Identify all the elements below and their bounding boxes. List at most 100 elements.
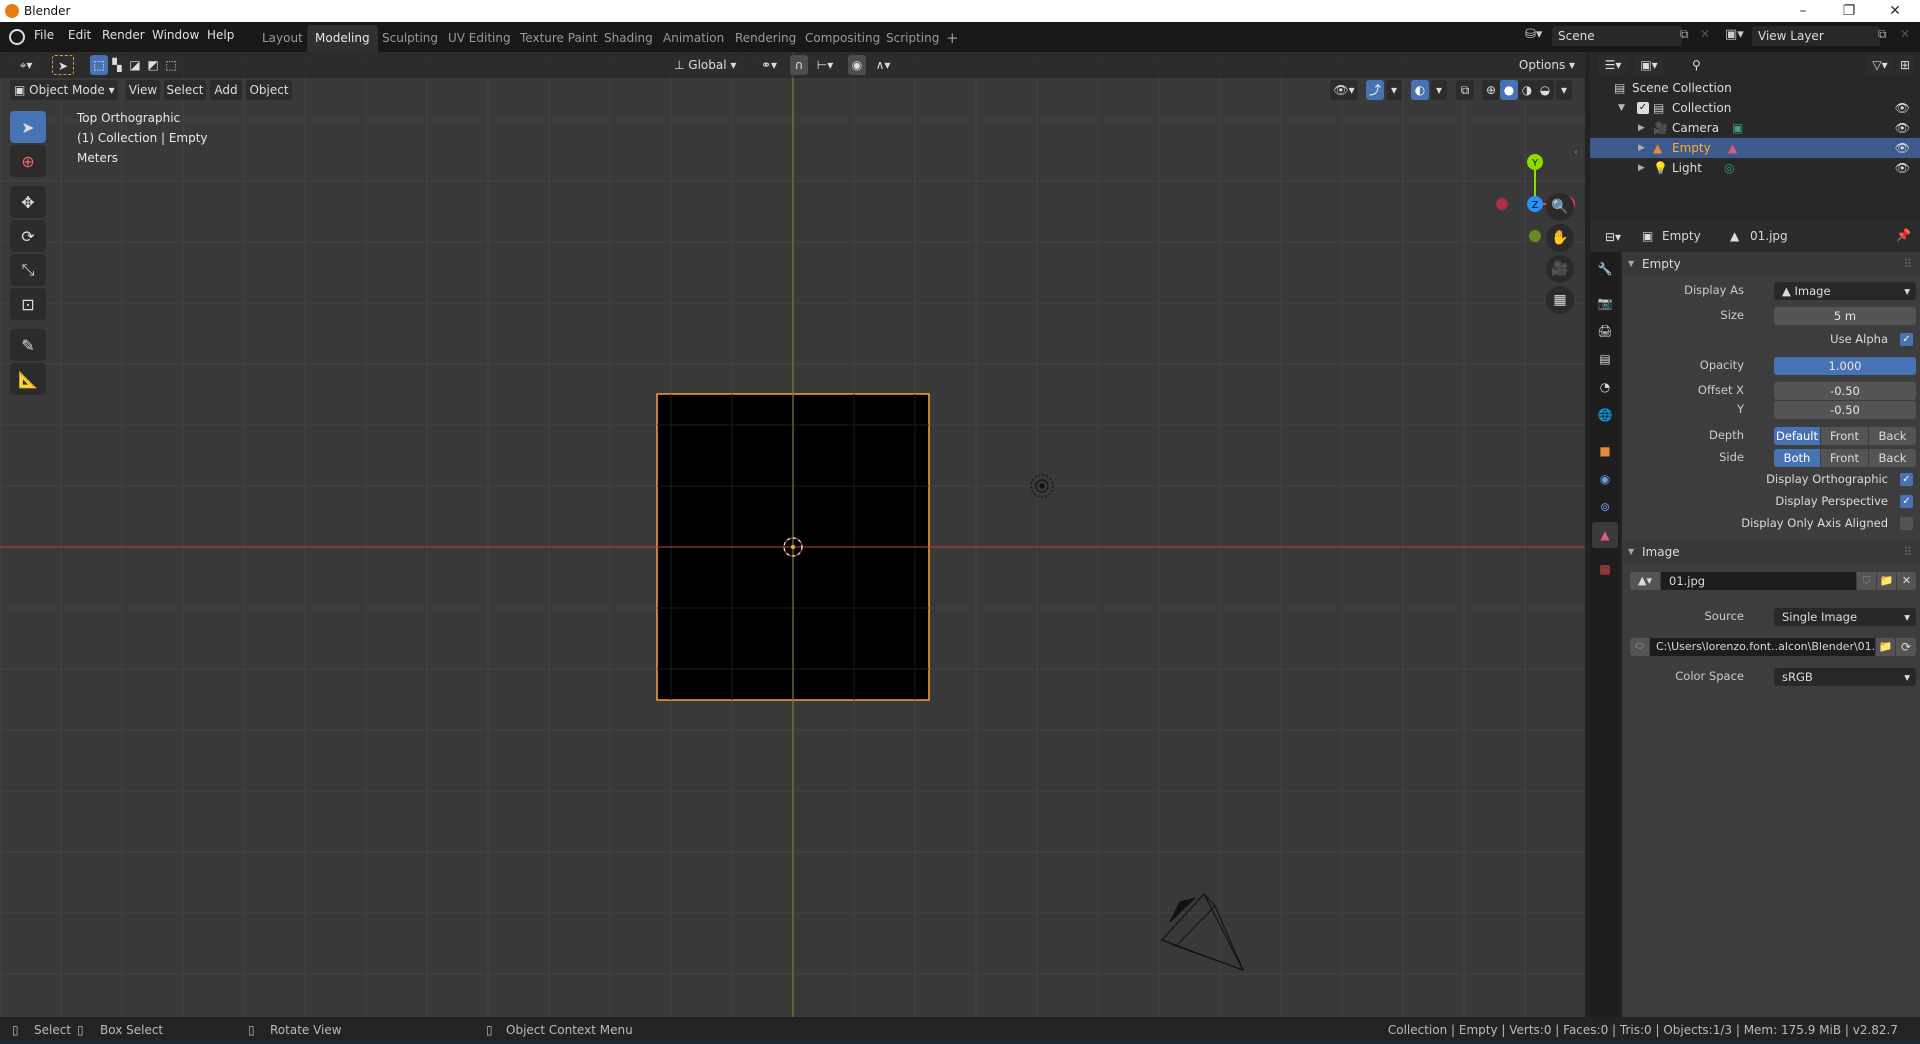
ortho-toggle-icon[interactable]: ▦ [1546, 286, 1574, 314]
mode-dropdown[interactable]: ▣ Object Mode ▾ [10, 80, 118, 100]
empty-panel-header[interactable]: ▼ Empty ⠿ [1622, 252, 1920, 276]
new-scene-icon[interactable]: ⧉ [1680, 27, 1689, 42]
outliner-scene-collection[interactable]: ▤ Scene Collection [1590, 78, 1920, 98]
delete-view-layer-icon[interactable]: ✕ [1900, 27, 1910, 41]
drag-handle-icon[interactable]: ⠿ [1903, 540, 1912, 564]
add-workspace-button[interactable]: + [938, 25, 967, 52]
tool-annotate-icon[interactable]: ✎ [10, 329, 46, 361]
new-view-layer-icon[interactable]: ⧉ [1878, 27, 1887, 42]
shading-wireframe-icon[interactable]: ⊕ [1482, 80, 1500, 100]
depth-back-button[interactable]: Back [1869, 427, 1916, 445]
menu-add[interactable]: Add [210, 80, 242, 100]
properties-editor-type-button[interactable]: ⊟▾ [1598, 227, 1628, 247]
menu-render[interactable]: Render [102, 28, 145, 42]
offset-x-field[interactable]: -0.50 [1774, 382, 1916, 400]
browse-file-folder-icon[interactable]: 📁 [1876, 638, 1895, 656]
image-panel-header[interactable]: ▼ Image ⠿ [1622, 540, 1920, 564]
delete-scene-icon[interactable]: ✕ [1700, 27, 1710, 41]
object-tab-icon[interactable]: ■ [1592, 438, 1618, 464]
image-data-icon[interactable]: ▲ [1728, 138, 1737, 158]
tab-shading[interactable]: Shading [596, 25, 661, 52]
camera-data-icon[interactable]: ▣ [1732, 118, 1743, 138]
view-layer-icon[interactable]: ▣▾ [1725, 27, 1744, 42]
visibility-eye-icon[interactable]: 👁 [1895, 118, 1910, 138]
tab-compositing[interactable]: Compositing [797, 25, 888, 52]
snap-target-dropdown[interactable]: ⊢▾ [810, 55, 840, 75]
editor-type-button[interactable]: ⌖▾ [10, 55, 42, 75]
tab-texture-paint[interactable]: Texture Paint [512, 25, 605, 52]
expand-arrow-icon[interactable]: ▼ [1618, 98, 1625, 118]
overlays-dropdown[interactable]: ▾ [1431, 80, 1447, 100]
tool-move-icon[interactable]: ✥ [10, 186, 46, 218]
visibility-eye-icon[interactable]: 👁 [1895, 138, 1910, 158]
tab-animation[interactable]: Animation [655, 25, 732, 52]
gizmo-toggle-icon[interactable]: ⤴ [1366, 80, 1384, 100]
tab-sculpting[interactable]: Sculpting [374, 25, 446, 52]
tab-uv-editing[interactable]: UV Editing [440, 25, 519, 52]
proportional-falloff-dropdown[interactable]: ∧▾ [868, 55, 898, 75]
shading-dropdown[interactable]: ▾ [1556, 80, 1572, 100]
collection-checkbox[interactable]: ✓ [1637, 102, 1649, 114]
gizmo-dropdown[interactable]: ▾ [1386, 80, 1402, 100]
select-mode-extend-icon[interactable]: ▚ [108, 55, 126, 75]
side-both-button[interactable]: Both [1774, 449, 1820, 467]
scene-field[interactable]: Scene [1552, 26, 1682, 46]
shading-rendered-icon[interactable]: ◒ [1536, 80, 1554, 100]
menu-window[interactable]: Window [152, 28, 199, 42]
blender-menu-icon[interactable] [9, 29, 25, 45]
display-perspective-checkbox[interactable]: ✓ [1900, 495, 1913, 508]
expand-arrow-icon[interactable]: ▶ [1638, 118, 1645, 138]
outliner-collection[interactable]: ▼ ✓ ▤ Collection 👁 [1590, 98, 1920, 118]
outliner-item-light[interactable]: ▶ 💡 Light ◎ 👁 [1590, 158, 1920, 178]
tool-scale-icon[interactable]: ⤡ [10, 254, 46, 286]
reload-image-icon[interactable]: ⟳ [1896, 638, 1916, 656]
context-data-label[interactable]: 01.jpg [1750, 229, 1788, 243]
fake-user-shield-icon[interactable]: ⛉ [1857, 572, 1876, 590]
menu-edit[interactable]: Edit [68, 28, 91, 42]
tool-select-box-icon[interactable]: ➤ [10, 111, 46, 143]
object-data-tab-icon[interactable]: ▲ [1592, 522, 1618, 548]
menu-view[interactable]: View [126, 80, 160, 100]
navigation-gizmo[interactable]: Y Z X [1480, 112, 1580, 242]
camera-view-icon[interactable]: 🎥 [1546, 255, 1574, 283]
proportional-editing-icon[interactable]: ◉ [848, 55, 866, 75]
scene-selector-icon[interactable]: ⛁▾ [1525, 27, 1542, 42]
visibility-eye-icon[interactable]: 👁 [1895, 98, 1910, 118]
select-mode-subtract-icon[interactable]: ◪ [126, 55, 144, 75]
light-data-icon[interactable]: ◎ [1724, 158, 1734, 178]
color-space-dropdown[interactable]: sRGB ▾ [1774, 668, 1916, 686]
pin-icon[interactable]: 📌 [1896, 228, 1911, 242]
overlays-toggle-icon[interactable]: ◐ [1411, 80, 1429, 100]
display-mode-dropdown[interactable]: ▣▾ [1634, 55, 1664, 75]
offset-y-field[interactable]: -0.50 [1774, 401, 1916, 419]
depth-default-button[interactable]: Default [1774, 427, 1820, 445]
visibility-selectability-dropdown[interactable]: 👁▾ [1330, 80, 1358, 100]
select-mode-intersect-icon[interactable]: ⬚ [162, 55, 180, 75]
filter-dropdown[interactable]: ▽▾ [1866, 55, 1894, 75]
restore-icon[interactable]: ❐ [1826, 0, 1872, 22]
pack-image-icon[interactable]: ⬭ [1630, 638, 1649, 656]
physics-tab-icon[interactable]: ◉ [1592, 466, 1618, 492]
zoom-view-icon[interactable]: 🔍 [1546, 193, 1574, 221]
menu-select[interactable]: Select [164, 80, 206, 100]
outliner-item-camera[interactable]: ▶ 🎥 Camera ▣ 👁 [1590, 118, 1920, 138]
new-collection-icon[interactable]: ⊞ [1896, 55, 1914, 75]
options-dropdown[interactable]: Options ▾ [1518, 55, 1576, 75]
tab-modeling[interactable]: Modeling [307, 25, 378, 52]
menu-help[interactable]: Help [207, 28, 234, 42]
world-tab-icon[interactable]: 🌐 [1592, 402, 1618, 428]
outliner-search-input[interactable]: ⚲ [1686, 55, 1796, 75]
side-back-button[interactable]: Back [1869, 449, 1916, 467]
visibility-eye-icon[interactable]: 👁 [1895, 158, 1910, 178]
display-axis-aligned-checkbox[interactable] [1900, 517, 1913, 530]
view-layer-field[interactable]: View Layer [1752, 26, 1880, 46]
filepath-field[interactable]: C:\Users\lorenzo.font..alcon\Blender\01.… [1650, 638, 1875, 656]
tab-layout[interactable]: Layout [254, 25, 311, 52]
minimize-icon[interactable]: – [1780, 0, 1826, 22]
tool-measure-icon[interactable]: 📐 [10, 363, 46, 395]
unlink-image-icon[interactable]: ✕ [1897, 572, 1916, 590]
image-name-field[interactable]: 01.jpg [1661, 572, 1856, 590]
transform-orientation-dropdown[interactable]: ⊥ Global ▾ [668, 55, 746, 75]
pivot-point-dropdown[interactable]: ⚭▾ [754, 55, 784, 75]
side-front-button[interactable]: Front [1821, 449, 1868, 467]
